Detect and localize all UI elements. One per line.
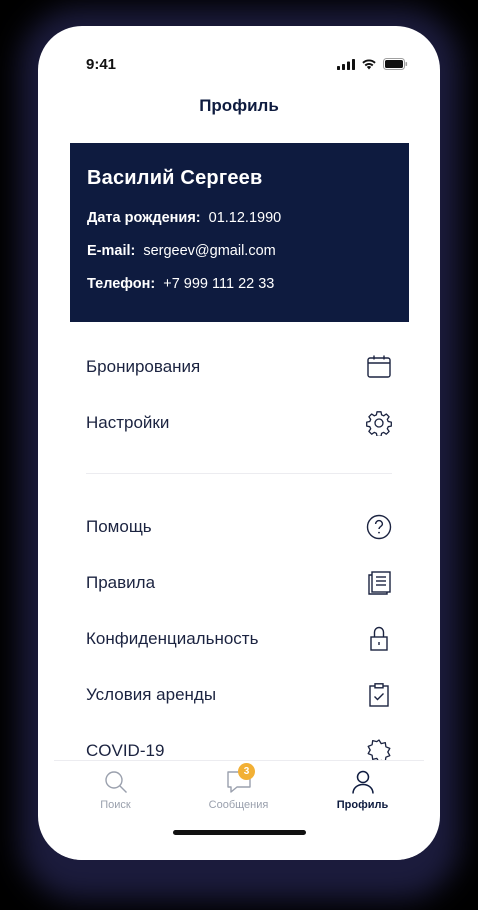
documents-icon (366, 570, 392, 596)
phone-label: Телефон: (87, 276, 156, 292)
menu-item-rules[interactable]: Правила (86, 555, 392, 611)
email-label: E-mail: (87, 243, 136, 259)
menu-item-label: Правила (86, 573, 156, 592)
email-value: sergeev@gmail.com (143, 243, 276, 259)
menu-bottom: Помощь Правила Конфиденциальность Услови… (86, 499, 392, 779)
phone-value: +7 999 111 22 33 (163, 276, 275, 292)
tab-label: Профиль (336, 799, 389, 811)
profile-email-row: E-mail: sergeev@gmail.com (87, 243, 392, 259)
menu-item-rental-terms[interactable]: Условия аренды (86, 667, 392, 723)
birth-label: Дата рождения: (87, 210, 201, 226)
menu-item-help[interactable]: Помощь (86, 499, 392, 555)
menu-divider (86, 473, 392, 474)
profile-name: Василий Сергеев (87, 167, 263, 189)
status-icons (337, 58, 408, 70)
menu-item-label: COVID-19 (86, 741, 165, 760)
tab-profile[interactable]: Профиль (301, 769, 424, 811)
menu-item-privacy[interactable]: Конфиденциальность (86, 611, 392, 667)
user-icon (301, 769, 424, 795)
profile-phone-row: Телефон: +7 999 111 22 33 (87, 276, 392, 292)
tab-label: Сообщения (208, 799, 269, 811)
home-indicator (173, 830, 306, 835)
battery-icon (383, 58, 408, 70)
page-title: Профиль (199, 96, 279, 115)
status-bar: 9:41 (38, 26, 440, 86)
profile-birth-row: Дата рождения: 01.12.1990 (87, 210, 392, 226)
search-icon (54, 769, 177, 795)
birth-value: 01.12.1990 (208, 210, 282, 226)
gear-icon (366, 410, 392, 436)
chat-icon: 3 (177, 763, 300, 795)
menu-item-bookings[interactable]: Бронирования (86, 339, 392, 395)
menu-item-label: Условия аренды (86, 685, 217, 704)
tab-messages[interactable]: 3 Сообщения (177, 763, 300, 811)
menu-top: Бронирования Настройки (86, 339, 392, 451)
wifi-icon (361, 58, 377, 70)
unread-badge: 3 (238, 763, 255, 780)
menu-item-settings[interactable]: Настройки (86, 395, 392, 451)
lock-icon (366, 626, 392, 652)
clipboard-check-icon (366, 682, 392, 708)
tab-bar: Поиск 3 Сообщения Профиль (54, 760, 424, 860)
menu-item-label: Конфиденциальность (86, 629, 259, 648)
status-time: 9:41 (86, 56, 117, 73)
signal-icon (337, 58, 355, 70)
profile-card: Василий Сергеев Дата рождения: 01.12.199… (70, 143, 409, 322)
phone-screen: 9:41 Профиль Василий Сергеев Дата рожден… (38, 26, 440, 860)
tab-label: Поиск (100, 799, 131, 811)
calendar-icon (366, 354, 392, 380)
help-icon (366, 514, 392, 540)
menu-item-label: Бронирования (86, 357, 201, 376)
menu-item-label: Помощь (86, 517, 152, 536)
tab-search[interactable]: Поиск (54, 769, 177, 811)
menu-item-label: Настройки (86, 413, 170, 432)
